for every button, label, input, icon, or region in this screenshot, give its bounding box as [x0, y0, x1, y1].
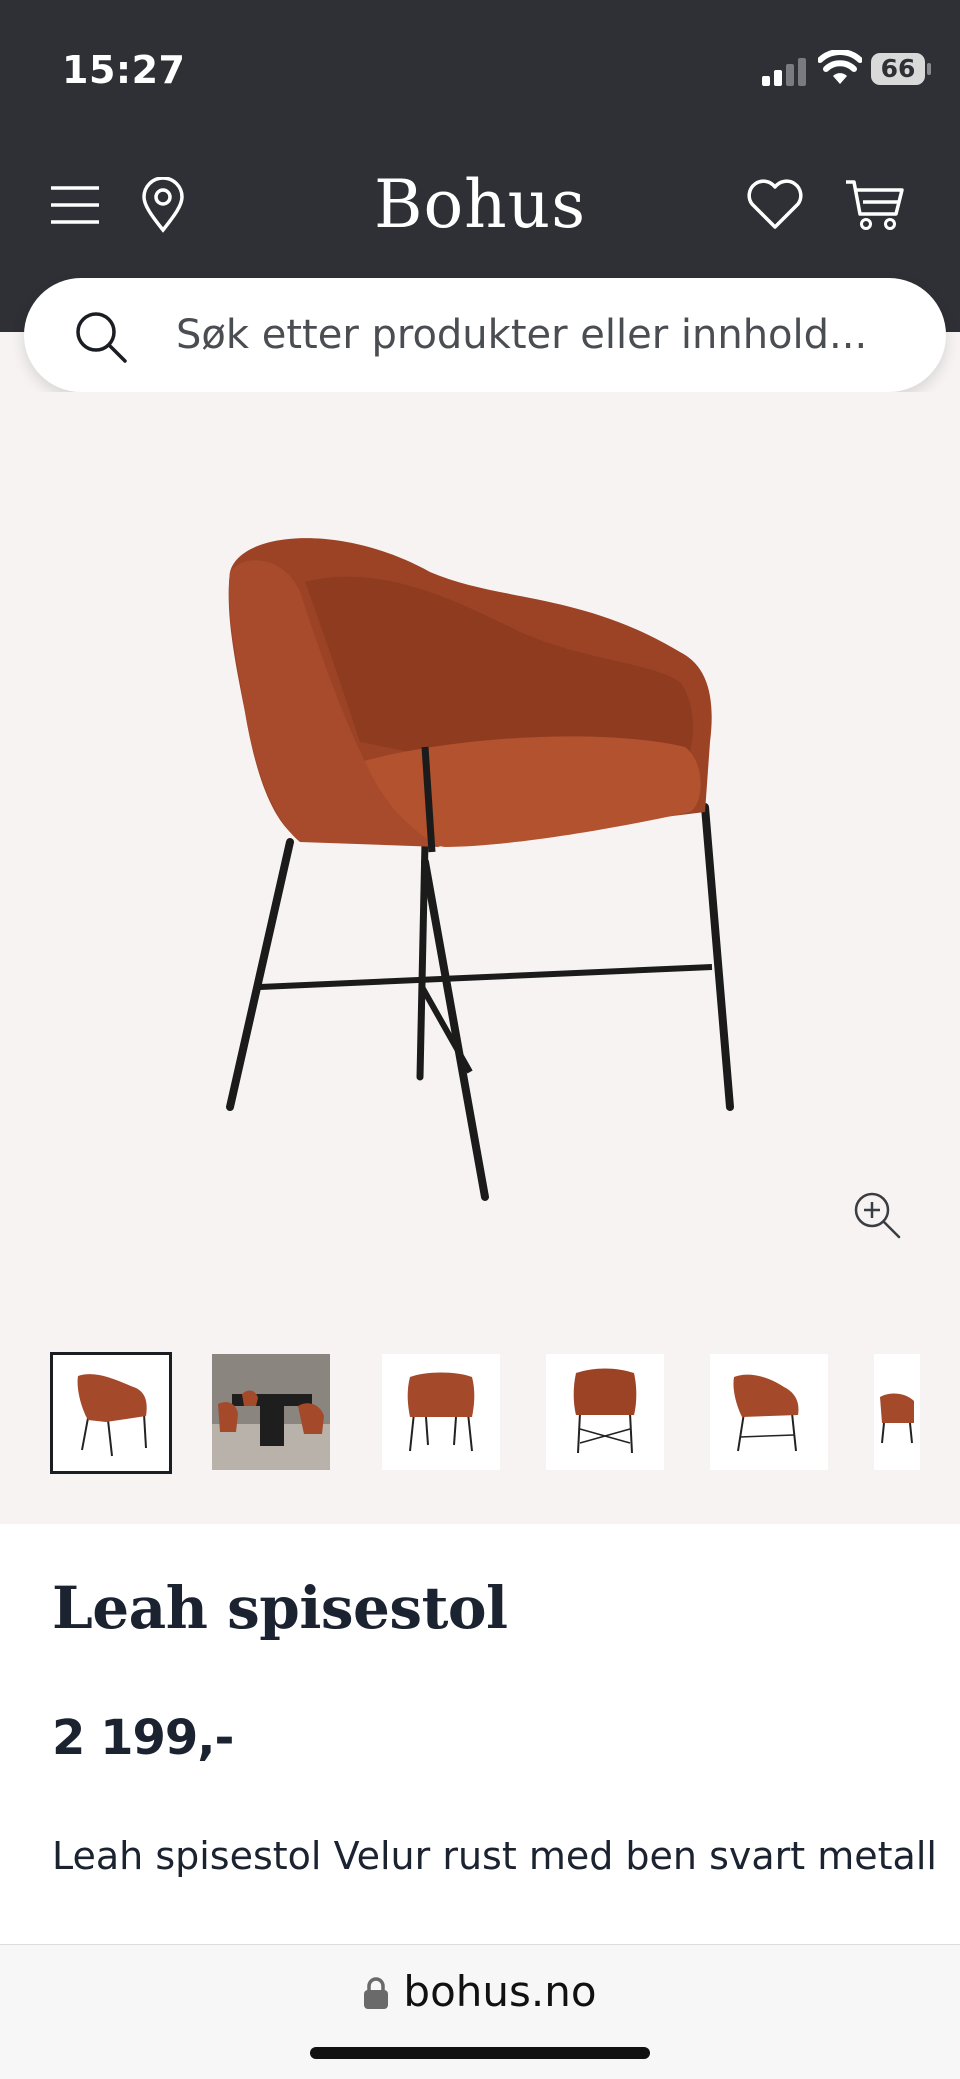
product-main-image[interactable] [200, 512, 760, 1212]
battery-level: 66 [880, 54, 916, 83]
thumbnail-dining-room-image [212, 1354, 330, 1470]
wishlist-button[interactable] [740, 160, 810, 250]
thumbnail-6[interactable] [874, 1354, 920, 1470]
product-description: Leah spisestol Velur rust med ben svart … [52, 1834, 937, 1878]
product-info: Leah spisestol 2 199,- Leah spisestol Ve… [0, 1524, 960, 1944]
browser-url-bar[interactable]: bohus.no [0, 1944, 960, 2079]
store-locator-button[interactable] [128, 160, 198, 250]
thumbnail-4[interactable] [546, 1354, 664, 1470]
url-text: bohus.no [403, 1967, 597, 2016]
search-input[interactable] [176, 278, 916, 392]
thumbnail-5[interactable] [710, 1354, 828, 1470]
status-bar: 15:27 66 [0, 0, 960, 140]
cart-icon [846, 180, 904, 230]
thumbnail-chair-image [77, 1374, 147, 1457]
bohus-logo[interactable]: Bohus [330, 160, 630, 250]
cart-button[interactable] [840, 160, 910, 250]
product-title: Leah spisestol [52, 1574, 508, 1642]
menu-icon [51, 186, 99, 224]
thumbnail-3[interactable] [382, 1354, 500, 1470]
location-pin-icon [142, 177, 184, 233]
battery-indicator: 66 [870, 52, 932, 86]
thumbnail-chair-side-image [733, 1374, 799, 1452]
zoom-icon[interactable] [852, 1190, 902, 1240]
home-indicator [310, 2047, 650, 2059]
product-price: 2 199,- [52, 1710, 234, 1766]
thumbnail-1[interactable] [50, 1352, 172, 1474]
thumbnail-chair-front-image [407, 1372, 475, 1452]
thumbnail-chair-back-image [573, 1368, 637, 1454]
cellular-signal-icon [762, 58, 806, 86]
url-display[interactable]: bohus.no [0, 1967, 960, 2016]
menu-button[interactable] [40, 160, 110, 250]
heart-icon [747, 179, 803, 229]
product-gallery [0, 392, 960, 1524]
status-time: 15:27 [62, 48, 186, 92]
lock-icon [364, 1977, 389, 2009]
thumbnail-2[interactable] [212, 1354, 330, 1470]
thumbnail-chair-partial-image [880, 1393, 914, 1444]
search-icon [76, 312, 127, 363]
wifi-icon [818, 50, 862, 84]
thumbnail-strip [50, 1350, 920, 1476]
search-bar[interactable] [24, 278, 946, 392]
